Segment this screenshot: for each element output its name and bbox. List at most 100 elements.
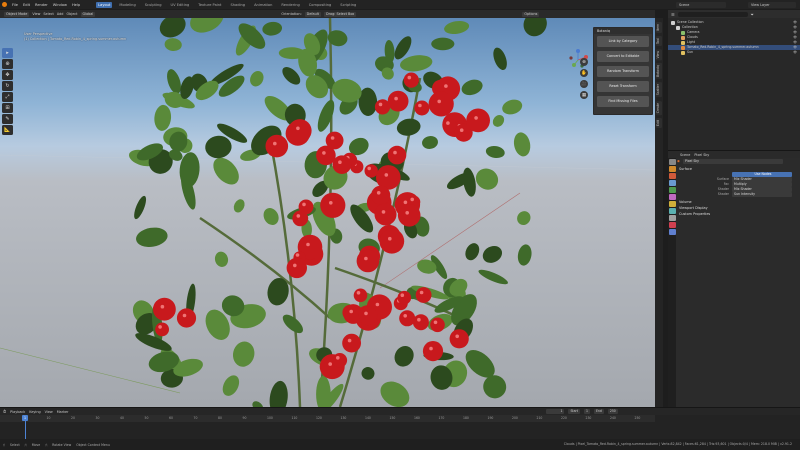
properties-tab-icon[interactable] <box>668 215 676 221</box>
measure-tool-icon[interactable]: 📐 <box>2 125 13 135</box>
mode-selector[interactable]: Object Mode <box>4 11 30 17</box>
status-bar: 🖱 Select 🖱 Move 🖱 Rotate View Object Con… <box>0 439 800 450</box>
sidebar-tab-edit[interactable]: Edit <box>656 117 662 128</box>
transform-tool-icon[interactable]: ⊞ <box>2 103 13 113</box>
outliner: ☰ ⏷ Scene Collection 👁 Collection 👁 Camera 👁 C… <box>668 10 800 150</box>
properties-tab-icon[interactable] <box>668 229 676 235</box>
menu-object[interactable]: Object <box>66 12 77 16</box>
workspace-tab-uv-editing[interactable]: UV Editing <box>169 2 192 8</box>
properties-tab-icon[interactable] <box>668 222 676 228</box>
convert-to-editable-button[interactable]: Convert to Editable <box>597 51 649 62</box>
cursor-tool-icon[interactable]: ⊕ <box>2 59 13 69</box>
visibility-eye-icon[interactable]: 👁 <box>793 50 797 55</box>
workspace-tab-animation[interactable]: Animation <box>252 2 274 8</box>
properties-tab-icon[interactable] <box>668 173 676 179</box>
menu-help[interactable]: Help <box>72 3 80 7</box>
sidebar-tab-view[interactable]: View <box>656 49 662 61</box>
workspace-tab-shading[interactable]: Shading <box>228 2 247 8</box>
end-frame-field[interactable]: 250 <box>607 409 618 414</box>
menu-file[interactable]: File <box>12 3 18 7</box>
properties-tab-icon[interactable] <box>668 166 676 172</box>
camera-view-icon[interactable]: 🎥 <box>580 80 588 88</box>
annotate-tool-icon[interactable]: ✎ <box>2 114 13 124</box>
sidebar-tab-create[interactable]: Create <box>656 100 662 115</box>
link-by-category-button[interactable]: Link by Category <box>597 36 649 47</box>
tomato-highlight <box>381 210 386 214</box>
outliner-item[interactable]: Sun 👁 <box>668 50 800 55</box>
tomato-fruit <box>415 287 432 303</box>
pivot-selector[interactable]: Global <box>80 11 96 17</box>
random-transform-button[interactable]: Random Transform <box>597 66 649 77</box>
current-frame-field[interactable]: 1 <box>546 409 565 414</box>
tomato-fruit <box>387 90 409 112</box>
properties-tab-icon[interactable] <box>668 194 676 200</box>
outliner-item-icon <box>681 50 685 55</box>
zoom-icon[interactable]: ⊕ <box>580 58 588 66</box>
plant-leaf <box>517 211 531 226</box>
pan-hand-icon[interactable]: ✋ <box>580 69 588 77</box>
plant-leaf <box>444 20 470 35</box>
workspace-tab-compositing[interactable]: Compositing <box>307 2 334 8</box>
sidebar-tab-scatter[interactable]: Scatter <box>656 82 662 98</box>
sidebar-tab-item[interactable]: Item <box>656 22 662 34</box>
blender-logo-icon[interactable] <box>2 2 7 7</box>
tomato-highlight <box>295 253 300 257</box>
tomato-highlight <box>330 136 335 140</box>
menu-window[interactable]: Window <box>53 3 67 7</box>
properties-tab-icon[interactable] <box>668 159 676 165</box>
outliner-item-icon <box>681 45 685 50</box>
scene-selector[interactable]: Scene <box>676 1 726 8</box>
timeline-tick-label: 220 <box>561 416 567 420</box>
custom-properties-section[interactable]: Custom Properties <box>677 211 799 217</box>
workspace-tab-sculpting[interactable]: Sculpting <box>143 2 164 8</box>
sky-tab-label[interactable]: Pixel Sky <box>694 153 709 157</box>
world-name-field[interactable]: Pixel Sky <box>683 159 783 164</box>
timeline-editor-icon[interactable]: ⏱ <box>3 409 6 414</box>
start-frame-field[interactable]: 1 <box>584 409 590 414</box>
perspective-toggle-icon[interactable]: ▦ <box>580 91 588 99</box>
timeline-ruler[interactable]: 0102030405060708090100110120130140150160… <box>0 415 655 422</box>
menu-edit[interactable]: Edit <box>23 3 30 7</box>
property-value-dropdown[interactable]: Sun Intensity <box>732 192 792 197</box>
options-button[interactable]: Options <box>522 11 540 17</box>
scale-tool-icon[interactable]: ⤢ <box>2 92 13 102</box>
outliner-display-mode-icon[interactable]: ☰ <box>671 12 675 17</box>
properties-tab-icon[interactable] <box>668 208 676 214</box>
sidebar-tab-botaniq[interactable]: Botaniq <box>656 63 662 80</box>
workspace-tab-scripting[interactable]: Scripting <box>338 2 358 8</box>
tool-shelf: ▸ ⊕ ✥ ↻ ⤢ ⊞ ✎ 📐 <box>2 48 13 135</box>
plant-leaf <box>485 145 505 159</box>
rotate-tool-icon[interactable]: ↻ <box>2 81 13 91</box>
orientation-selector[interactable]: Default <box>304 11 322 17</box>
plant-leaf <box>214 251 229 267</box>
properties-tab-icon[interactable] <box>668 187 676 193</box>
tomato-highlight <box>433 320 438 325</box>
menu-marker[interactable]: Marker <box>57 410 69 414</box>
drag-selector[interactable]: Drag: Select Box <box>324 11 357 17</box>
workspace-tab-texture-paint[interactable]: Texture Paint <box>196 2 223 8</box>
menu-add[interactable]: Add <box>57 12 64 16</box>
workspace-tab-layout[interactable]: Layout <box>96 1 113 8</box>
workspace-tab-rendering[interactable]: Rendering <box>279 2 301 8</box>
move-tool-icon[interactable]: ✥ <box>2 70 13 80</box>
reset-transform-button[interactable]: Reset Transform <box>597 81 649 92</box>
status-context-menu: Object Context Menu <box>76 442 110 447</box>
world-tab-label[interactable]: Scene <box>680 153 690 157</box>
workspace-tab-modeling[interactable]: Modeling <box>117 2 137 8</box>
3d-viewport[interactable]: User Perspective (1) Collection | Tomato… <box>0 18 655 407</box>
properties-tab-icon[interactable] <box>668 180 676 186</box>
select-box-tool-icon[interactable]: ▸ <box>2 48 13 58</box>
menu-keying[interactable]: Keying <box>29 410 40 414</box>
view-layer-selector[interactable]: View Layer <box>748 1 796 8</box>
menu-playback[interactable]: Playback <box>10 410 25 414</box>
properties-body: ◉ Pixel Sky Surface Use Nodes Surface Mix… <box>677 158 799 217</box>
menu-view[interactable]: View <box>32 12 40 16</box>
menu-select[interactable]: Select <box>43 12 53 16</box>
filter-icon[interactable]: ⏷ <box>751 12 754 17</box>
sidebar-tab-tool[interactable]: Tool <box>656 36 662 47</box>
outliner-search-input[interactable] <box>677 11 748 17</box>
menu-view-timeline[interactable]: View <box>45 410 53 414</box>
find-missing-files-button[interactable]: Find Missing Files <box>597 96 649 107</box>
properties-tab-icon[interactable] <box>668 201 676 207</box>
menu-render[interactable]: Render <box>35 3 48 7</box>
